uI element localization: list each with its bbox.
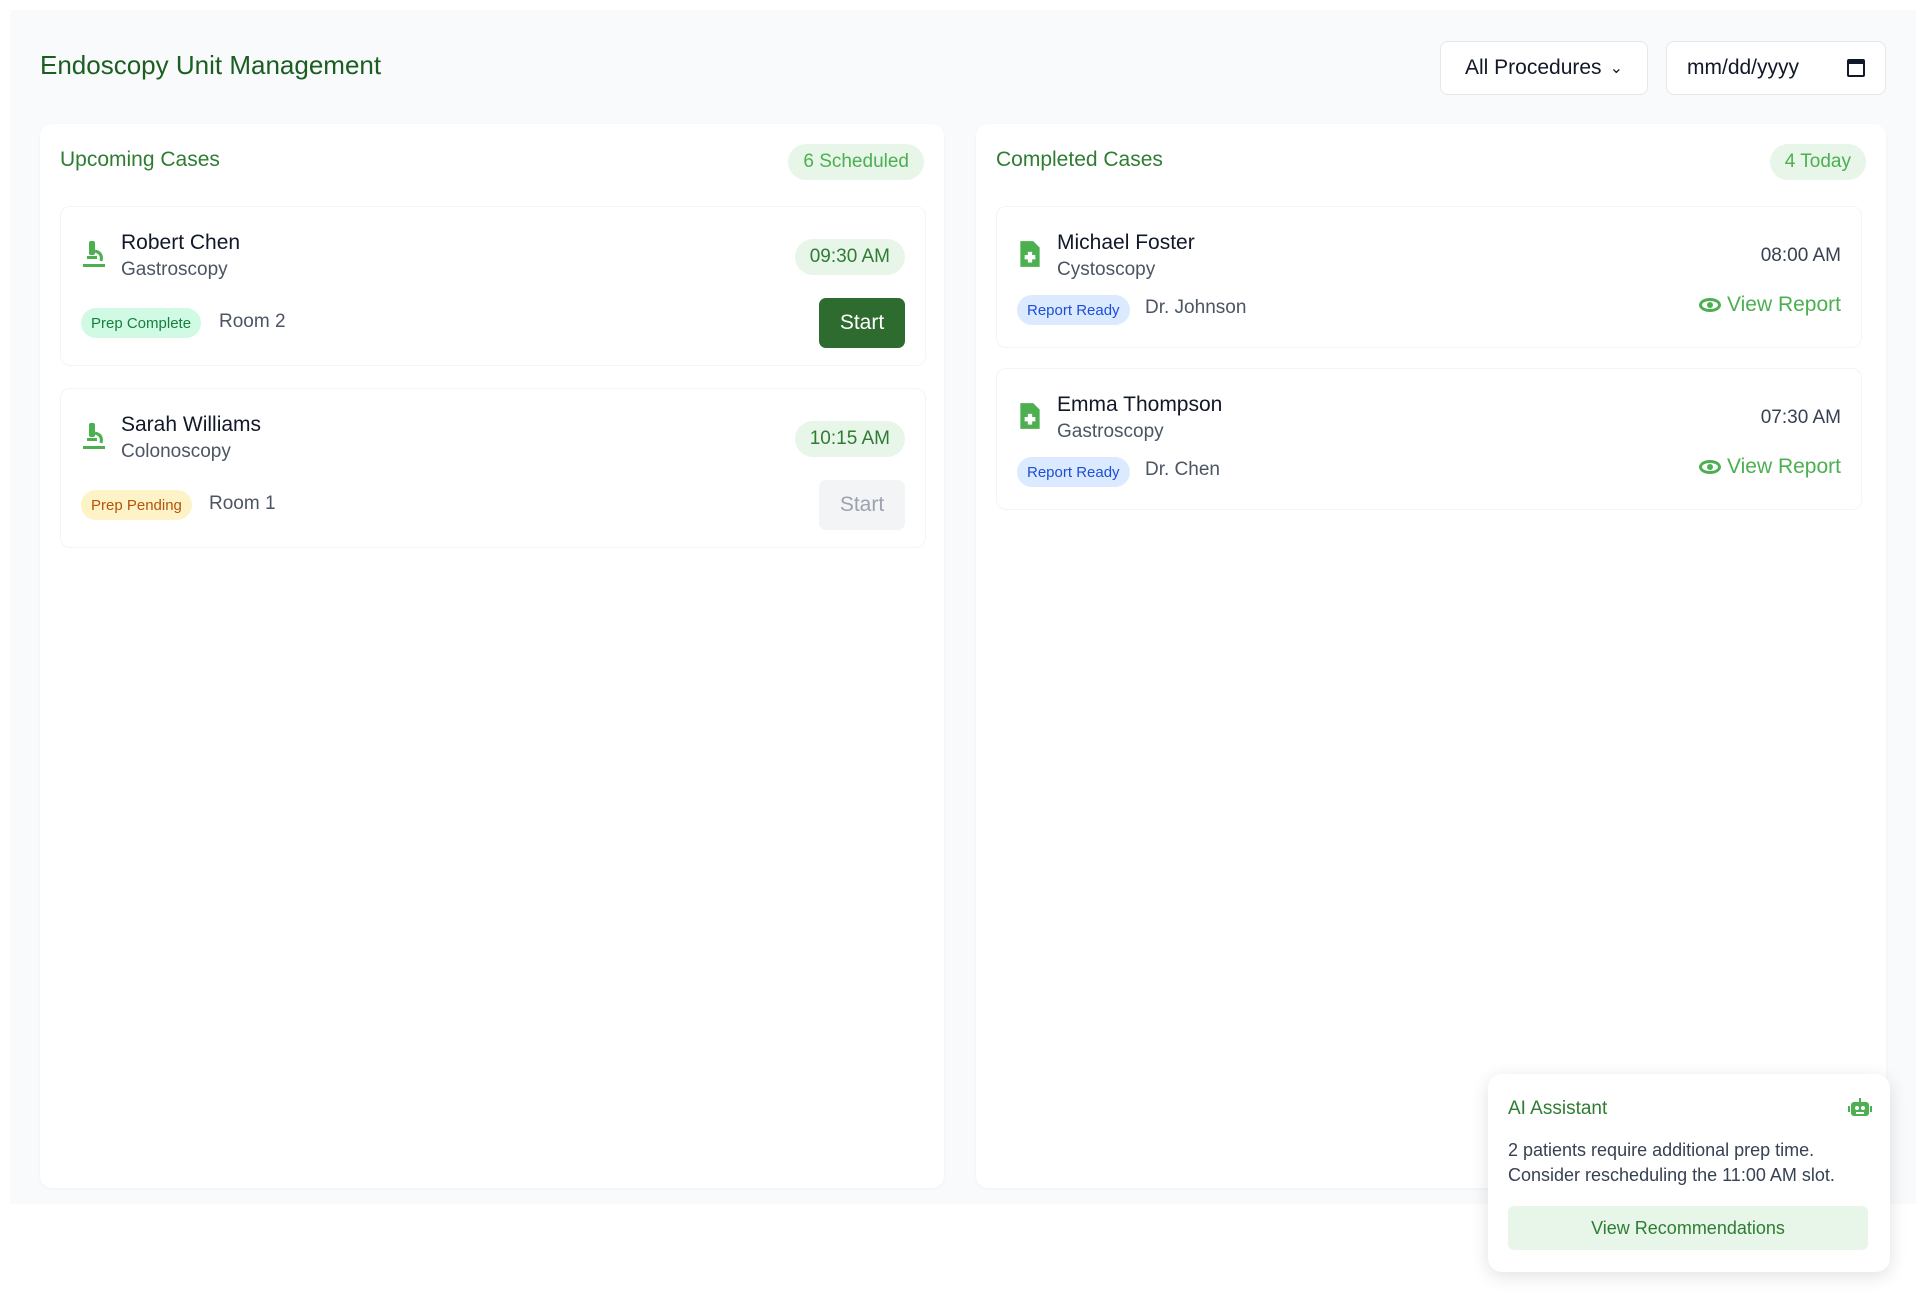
calendar-icon[interactable] xyxy=(1847,59,1865,77)
status-badge: Prep Pending xyxy=(81,490,192,520)
completed-cases-panel: Completed Cases 4 Today Michael Foster C… xyxy=(976,124,1886,1188)
robot-icon xyxy=(1848,1098,1872,1116)
status-badge: Report Ready xyxy=(1017,457,1130,487)
date-placeholder: mm/dd/yyyy xyxy=(1687,56,1800,79)
procedure-filter-value: All Procedures xyxy=(1465,56,1602,79)
case-card: Sarah Williams Colonoscopy 10:15 AM Prep… xyxy=(60,388,926,548)
today-count-badge: 4 Today xyxy=(1769,144,1866,180)
doctor-name: Dr. Johnson xyxy=(1145,297,1247,318)
patient-name: Robert Chen xyxy=(121,231,241,254)
patient-name: Michael Foster xyxy=(1057,231,1195,254)
view-report-link[interactable]: View Report xyxy=(1698,293,1841,317)
scheduled-count-badge: 6 Scheduled xyxy=(788,144,924,180)
microscope-icon xyxy=(83,241,105,267)
medical-file-icon xyxy=(1020,403,1040,429)
header: Endoscopy Unit Management All Procedures… xyxy=(10,10,1916,124)
case-card: Robert Chen Gastroscopy 09:30 AM Prep Co… xyxy=(60,206,926,366)
ai-assistant-title: AI Assistant xyxy=(1508,1098,1608,1119)
view-report-label: View Report xyxy=(1726,455,1841,478)
eye-icon xyxy=(1698,298,1721,312)
doctor-name: Dr. Chen xyxy=(1145,459,1220,480)
view-recommendations-button[interactable]: View Recommendations xyxy=(1508,1206,1868,1250)
status-badge: Report Ready xyxy=(1017,295,1130,325)
time-badge: 10:15 AM xyxy=(794,421,905,457)
room-label: Room 1 xyxy=(209,493,276,514)
case-card: Michael Foster Cystoscopy 08:00 AM Repor… xyxy=(996,206,1862,348)
page-title: Endoscopy Unit Management xyxy=(40,50,382,80)
procedure-filter-select[interactable]: All Procedures ⌄ xyxy=(1440,41,1648,95)
start-button[interactable]: Start xyxy=(819,298,905,348)
completion-time: 07:30 AM xyxy=(1760,407,1841,428)
status-badge: Prep Complete xyxy=(81,308,202,338)
completion-time: 08:00 AM xyxy=(1760,245,1841,266)
panel-title: Completed Cases xyxy=(996,148,1163,171)
procedure-name: Gastroscopy xyxy=(1057,421,1164,442)
ai-message: 2 patients require additional prep time.… xyxy=(1508,1140,1835,1185)
patient-name: Emma Thompson xyxy=(1057,393,1223,416)
date-input[interactable]: mm/dd/yyyy xyxy=(1666,41,1886,95)
app-container: Endoscopy Unit Management All Procedures… xyxy=(10,10,1916,1204)
view-report-label: View Report xyxy=(1726,293,1841,316)
chevron-down-icon: ⌄ xyxy=(1609,60,1623,77)
time-badge: 09:30 AM xyxy=(794,239,905,275)
microscope-icon xyxy=(83,423,105,449)
medical-file-icon xyxy=(1020,241,1040,267)
panel-title: Upcoming Cases xyxy=(60,148,220,171)
patient-name: Sarah Williams xyxy=(121,413,262,436)
view-report-link[interactable]: View Report xyxy=(1698,455,1841,479)
room-label: Room 2 xyxy=(219,311,286,332)
procedure-name: Gastroscopy xyxy=(121,259,228,280)
start-button[interactable]: Start xyxy=(819,480,905,530)
eye-icon xyxy=(1698,460,1721,474)
upcoming-cases-panel: Upcoming Cases 6 Scheduled Robert Chen G… xyxy=(40,124,944,1188)
case-card: Emma Thompson Gastroscopy 07:30 AM Repor… xyxy=(996,368,1862,510)
procedure-name: Colonoscopy xyxy=(121,441,231,462)
procedure-name: Cystoscopy xyxy=(1057,259,1156,280)
ai-assistant-panel: AI Assistant 2 patients require addition… xyxy=(1488,1074,1890,1272)
